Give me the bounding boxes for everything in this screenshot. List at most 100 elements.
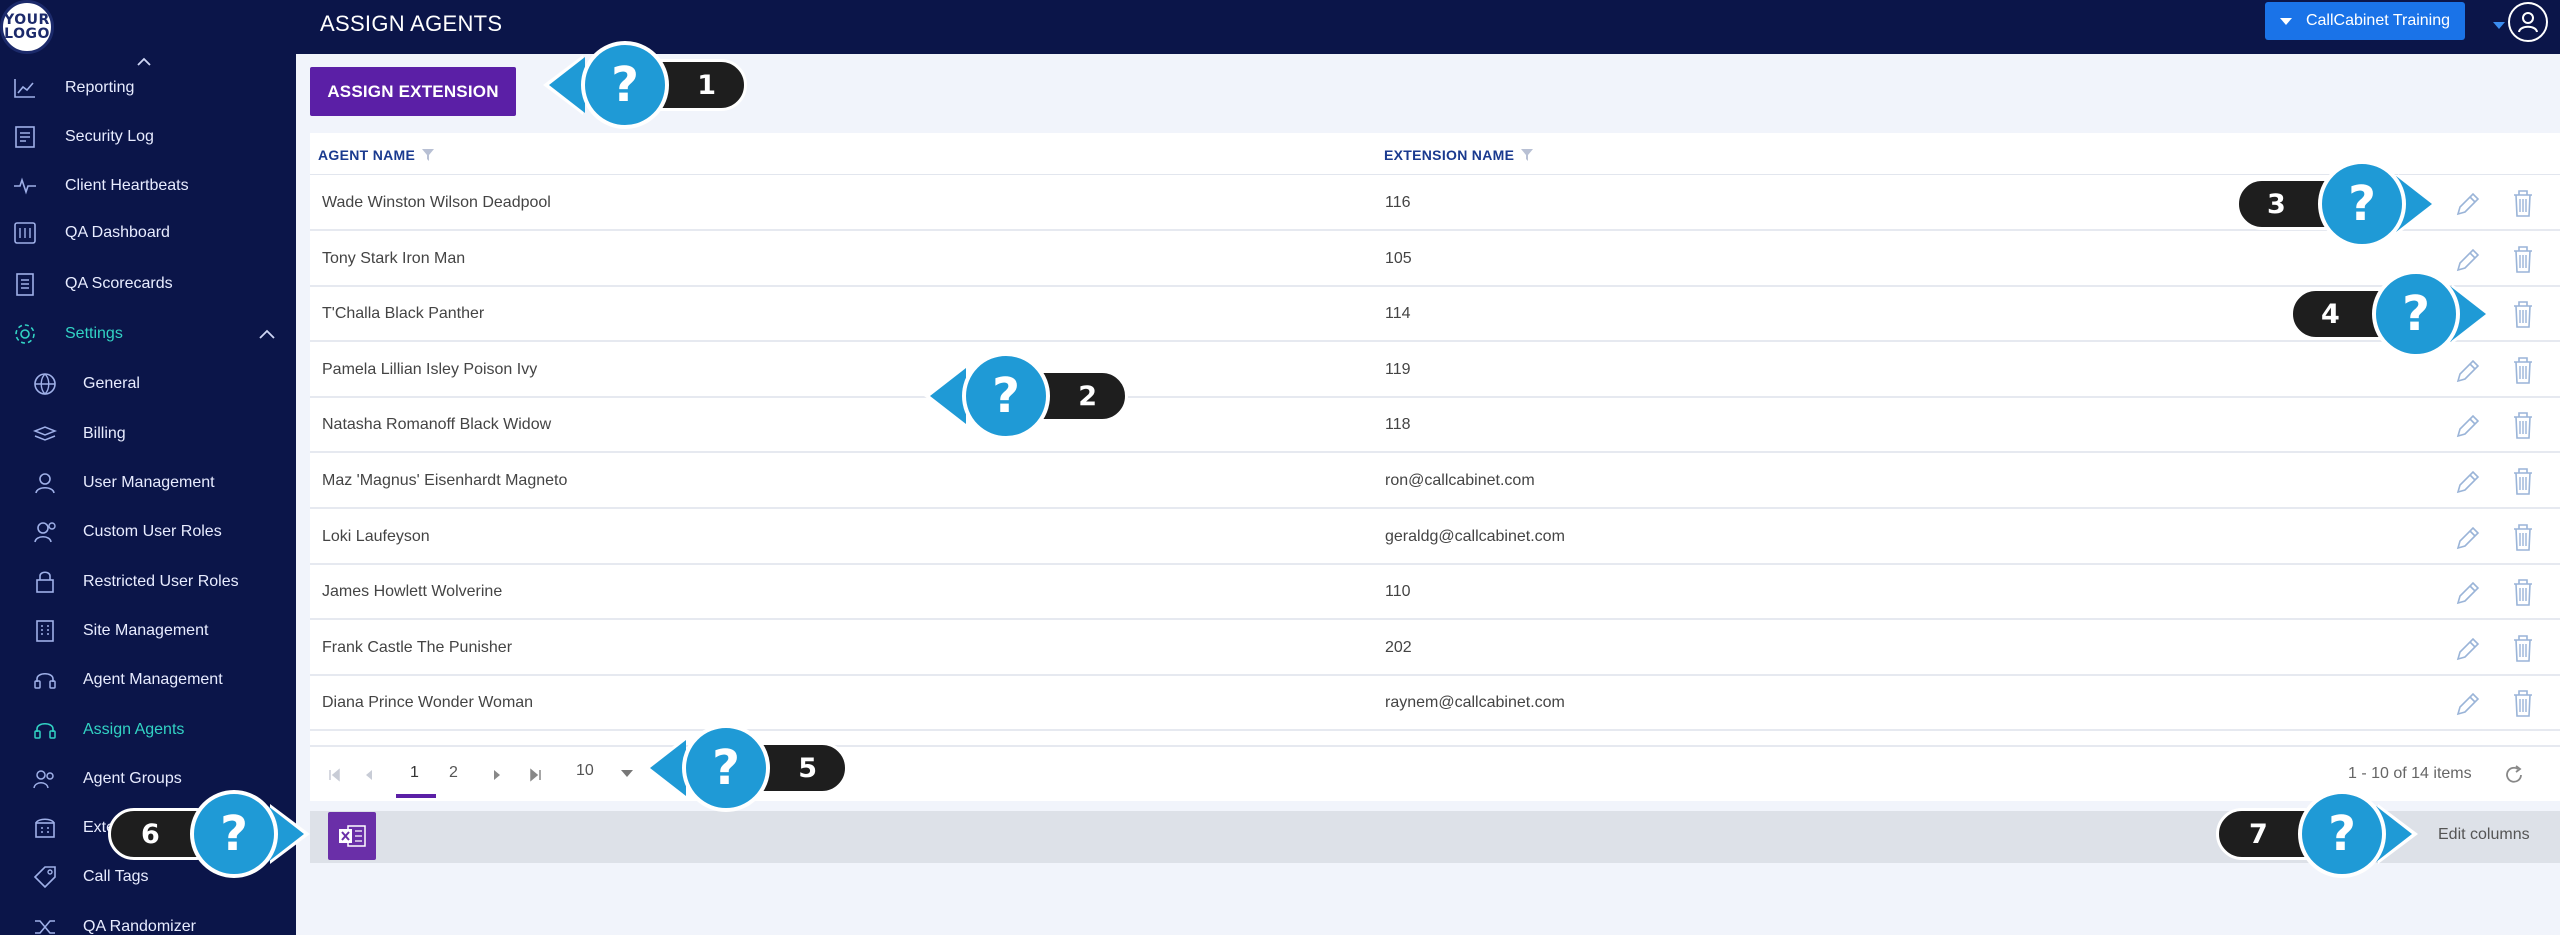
sidebar-item-label: Settings bbox=[65, 325, 123, 342]
help-icon: ? bbox=[190, 790, 278, 878]
sidebar-item-assign-agents[interactable]: Assign Agents bbox=[0, 710, 296, 750]
table-row[interactable]: Loki Laufeyson geraldg@callcabinet.com bbox=[310, 510, 2560, 565]
edit-icon[interactable] bbox=[2453, 356, 2483, 386]
sidebar-item-label: Security Log bbox=[65, 128, 154, 145]
heartbeat-icon bbox=[10, 171, 40, 201]
account-dropdown-button[interactable]: CallCabinet Training bbox=[2265, 2, 2465, 40]
trash-icon[interactable] bbox=[2508, 465, 2538, 497]
sidebar-item-label: Site Management bbox=[83, 622, 209, 639]
trash-icon[interactable] bbox=[2508, 298, 2538, 330]
sidebar-item-settings[interactable]: Settings bbox=[0, 314, 296, 354]
trash-icon[interactable] bbox=[2508, 521, 2538, 553]
help-callout-7[interactable]: 7 ? bbox=[2216, 790, 2432, 878]
sidebar-item-billing[interactable]: Billing bbox=[0, 414, 296, 454]
agent-name-cell: Wade Winston Wilson Deadpool bbox=[322, 194, 551, 211]
sidebar-item-security-log[interactable]: Security Log bbox=[0, 117, 296, 157]
sidebar-item-label: General bbox=[83, 375, 140, 392]
previous-page-icon[interactable] bbox=[362, 768, 376, 782]
edit-icon[interactable] bbox=[2453, 467, 2483, 497]
trash-icon[interactable] bbox=[2508, 187, 2538, 219]
sidebar-item-label: Client Heartbeats bbox=[65, 177, 189, 194]
table-row[interactable]: Natasha Romanoff Black Widow 118 bbox=[310, 398, 2560, 454]
edit-icon[interactable] bbox=[2453, 634, 2483, 664]
assign-extension-button[interactable]: ASSIGN EXTENSION bbox=[310, 67, 516, 116]
page-size-caret-icon[interactable] bbox=[621, 770, 633, 777]
edit-icon[interactable] bbox=[2453, 523, 2483, 553]
sidebar-item-qa-dashboard[interactable]: QA Dashboard bbox=[0, 213, 296, 253]
help-callout-5[interactable]: 5 ? bbox=[644, 724, 854, 812]
sidebar-item-site-management[interactable]: Site Management bbox=[0, 611, 296, 651]
sidebar-item-label: Reporting bbox=[65, 79, 135, 96]
agent-name-cell: Frank Castle The Punisher bbox=[322, 638, 513, 656]
export-excel-button[interactable] bbox=[328, 812, 376, 860]
trash-icon[interactable] bbox=[2508, 632, 2538, 664]
sidebar-item-agent-management[interactable]: Agent Management bbox=[0, 660, 296, 700]
callout-arrow-left-fill bbox=[930, 368, 966, 424]
extension-name-cell: 114 bbox=[1385, 305, 1411, 323]
table-row[interactable]: Maz 'Magnus' Eisenhardt Magneto ron@callc… bbox=[310, 454, 2560, 509]
edit-icon[interactable] bbox=[2453, 411, 2483, 441]
filter-icon[interactable] bbox=[1520, 148, 1534, 162]
billing-icon bbox=[30, 419, 60, 449]
help-icon: ? bbox=[682, 724, 770, 812]
refresh-icon[interactable] bbox=[2502, 763, 2526, 787]
scorecard-icon bbox=[10, 269, 40, 299]
edit-columns-link[interactable]: Edit columns bbox=[2438, 826, 2530, 844]
page-number-2[interactable]: 2 bbox=[449, 764, 458, 782]
help-icon: ? bbox=[581, 41, 669, 129]
extension-name-cell: raynem@callcabinet.com bbox=[1385, 694, 1565, 712]
sidebar-item-qa-scorecards[interactable]: QA Scorecards bbox=[0, 264, 296, 304]
help-callout-1[interactable]: 1 ? bbox=[543, 41, 753, 129]
table-row[interactable]: Tony Stark Iron Man 105 bbox=[310, 232, 2560, 287]
chevron-up-icon[interactable] bbox=[258, 326, 276, 342]
table-row[interactable]: Wade Winston Wilson Deadpool 116 bbox=[310, 176, 2560, 231]
next-page-icon[interactable] bbox=[490, 768, 504, 782]
excel-icon bbox=[339, 825, 366, 847]
sidebar-item-qa-randomizer[interactable]: QA Randomizer bbox=[0, 907, 296, 935]
table-row[interactable]: Pamela Lillian Isley Poison Ivy 119 bbox=[310, 343, 2560, 398]
extension-name-cell: 202 bbox=[1385, 638, 1412, 656]
sidebar-item-label: QA Scorecards bbox=[65, 275, 173, 292]
account-label: CallCabinet Training bbox=[2305, 12, 2451, 29]
edit-icon[interactable] bbox=[2453, 189, 2483, 219]
sidebar-item-general[interactable]: General bbox=[0, 364, 296, 404]
help-callout-3[interactable]: 3 ? bbox=[2236, 160, 2446, 248]
edit-icon[interactable] bbox=[2453, 689, 2483, 719]
agent-name-cell: James Howlett Wolverine bbox=[322, 583, 503, 601]
sidebar-item-custom-user-roles[interactable]: Custom User Roles bbox=[0, 512, 296, 552]
sidebar-item-reporting[interactable]: Reporting bbox=[0, 68, 296, 108]
help-icon: ? bbox=[962, 352, 1050, 440]
sidebar-item-label: Assign Agents bbox=[83, 721, 185, 738]
column-header-agent-name[interactable]: AGENT NAME bbox=[318, 147, 435, 163]
building-icon bbox=[30, 616, 60, 646]
table-row[interactable]: Frank Castle The Punisher 202 bbox=[310, 621, 2560, 676]
sidebar-item-user-management[interactable]: User Management bbox=[0, 463, 296, 503]
items-info: 1 - 10 of 14 items bbox=[2348, 765, 2472, 782]
trash-icon[interactable] bbox=[2508, 409, 2538, 441]
filter-icon[interactable] bbox=[421, 148, 435, 162]
help-callout-6[interactable]: 6 ? bbox=[108, 790, 324, 878]
last-page-icon[interactable] bbox=[528, 768, 542, 782]
first-page-icon[interactable] bbox=[328, 768, 342, 782]
help-callout-2[interactable]: 2 ? bbox=[924, 352, 1134, 440]
avatar[interactable] bbox=[2508, 2, 2548, 42]
table-row[interactable]: T'Challa Black Panther 114 bbox=[310, 287, 2560, 343]
user-menu-caret-icon[interactable] bbox=[2493, 22, 2505, 29]
extension-name-cell: 118 bbox=[1385, 416, 1411, 434]
agent-name-cell: Natasha Romanoff Black Widow bbox=[322, 416, 552, 434]
column-header-extension-name[interactable]: EXTENSION NAME bbox=[1384, 147, 1534, 163]
help-callout-4[interactable]: 4 ? bbox=[2290, 270, 2500, 358]
edit-icon[interactable] bbox=[2453, 578, 2483, 608]
trash-icon[interactable] bbox=[2508, 354, 2538, 386]
page-number-1[interactable]: 1 bbox=[410, 764, 419, 782]
sidebar-item-restricted-user-roles[interactable]: Restricted User Roles bbox=[0, 562, 296, 602]
page-size-select[interactable]: 10 bbox=[576, 762, 594, 780]
trash-icon[interactable] bbox=[2508, 243, 2538, 275]
trash-icon[interactable] bbox=[2508, 687, 2538, 719]
table-row[interactable]: James Howlett Wolverine 110 bbox=[310, 565, 2560, 621]
help-icon: ? bbox=[2298, 790, 2386, 878]
current-page-indicator bbox=[396, 794, 436, 798]
trash-icon[interactable] bbox=[2508, 576, 2538, 608]
sidebar-item-client-heartbeats[interactable]: Client Heartbeats bbox=[0, 166, 296, 206]
company-logo: YOUR LOGO bbox=[0, 0, 54, 54]
